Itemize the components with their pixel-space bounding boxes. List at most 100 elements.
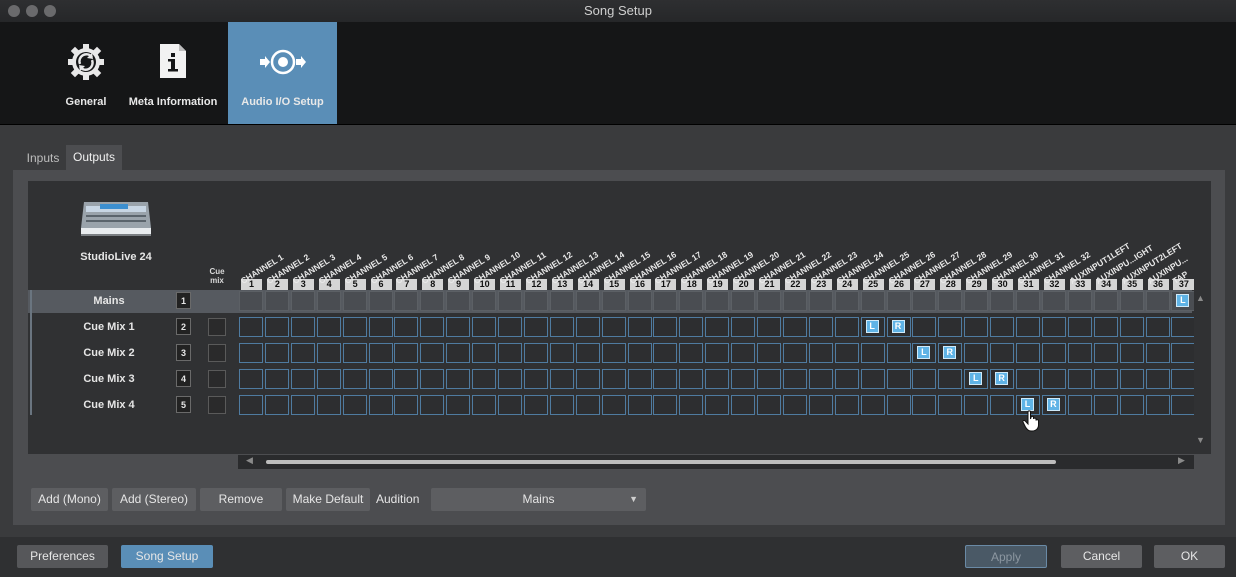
routing-cell[interactable] bbox=[601, 369, 626, 389]
routing-cell[interactable] bbox=[316, 369, 341, 389]
toolbar-meta-information[interactable]: Meta Information bbox=[120, 22, 226, 124]
routing-cell[interactable] bbox=[472, 369, 497, 389]
routing-cell[interactable] bbox=[1016, 317, 1040, 337]
routing-cell[interactable] bbox=[290, 291, 315, 311]
routing-cell[interactable] bbox=[679, 317, 704, 337]
routing-cell[interactable] bbox=[290, 395, 315, 415]
routing-cell[interactable] bbox=[1016, 343, 1040, 363]
cue-mix-checkbox[interactable] bbox=[208, 318, 226, 336]
routing-cell[interactable] bbox=[912, 369, 937, 389]
routing-cell[interactable] bbox=[446, 291, 471, 311]
routing-cell[interactable] bbox=[705, 369, 730, 389]
apply-button[interactable]: Apply bbox=[965, 545, 1047, 568]
scroll-down-icon[interactable]: ▼ bbox=[1196, 435, 1205, 445]
routing-cell[interactable] bbox=[601, 395, 626, 415]
routing-cell[interactable] bbox=[368, 317, 393, 337]
routing-cell[interactable] bbox=[498, 369, 522, 389]
channel-assign-r[interactable]: R bbox=[1046, 398, 1060, 411]
routing-cell[interactable] bbox=[990, 317, 1015, 337]
routing-cell[interactable] bbox=[964, 291, 989, 311]
routing-cell[interactable] bbox=[964, 343, 989, 363]
routing-cell[interactable] bbox=[342, 395, 367, 415]
routing-cell[interactable] bbox=[757, 291, 781, 311]
toolbar-audio-io-setup[interactable]: Audio I/O Setup bbox=[228, 22, 337, 124]
routing-cell[interactable] bbox=[705, 291, 730, 311]
routing-cell[interactable] bbox=[420, 369, 445, 389]
routing-cell[interactable] bbox=[342, 343, 367, 363]
routing-cell[interactable] bbox=[549, 291, 574, 311]
channel-assign-r[interactable]: R bbox=[943, 346, 957, 359]
routing-cell[interactable] bbox=[782, 369, 807, 389]
routing-cell[interactable] bbox=[938, 395, 963, 415]
routing-cell[interactable] bbox=[1171, 369, 1196, 389]
routing-cell[interactable] bbox=[264, 317, 289, 337]
routing-cell[interactable] bbox=[757, 395, 781, 415]
vertical-scrollbar[interactable]: ▲ ▼ bbox=[1194, 290, 1209, 453]
routing-cell[interactable] bbox=[1067, 291, 1092, 311]
routing-cell[interactable] bbox=[239, 395, 263, 415]
routing-cell[interactable] bbox=[316, 343, 341, 363]
routing-cell[interactable] bbox=[731, 291, 756, 311]
routing-cell[interactable] bbox=[1016, 291, 1040, 311]
routing-cell[interactable] bbox=[549, 317, 574, 337]
routing-cell[interactable] bbox=[757, 343, 781, 363]
routing-cell[interactable] bbox=[653, 343, 678, 363]
routing-cell[interactable] bbox=[394, 395, 419, 415]
routing-cell[interactable] bbox=[782, 395, 807, 415]
routing-cell[interactable] bbox=[394, 343, 419, 363]
routing-cell[interactable] bbox=[808, 343, 833, 363]
channel-assign-l[interactable]: L bbox=[1176, 294, 1190, 307]
routing-cell[interactable] bbox=[498, 395, 522, 415]
routing-cell[interactable] bbox=[368, 369, 393, 389]
song-setup-button[interactable]: Song Setup bbox=[121, 545, 213, 568]
routing-cell[interactable] bbox=[912, 317, 937, 337]
cue-mix-checkbox[interactable] bbox=[208, 370, 226, 388]
routing-cell[interactable] bbox=[679, 395, 704, 415]
routing-cell[interactable] bbox=[990, 395, 1015, 415]
routing-cell[interactable] bbox=[446, 343, 471, 363]
routing-cell[interactable] bbox=[498, 317, 522, 337]
routing-cell[interactable] bbox=[757, 369, 781, 389]
routing-cell[interactable] bbox=[290, 317, 315, 337]
routing-cell[interactable] bbox=[264, 369, 289, 389]
remove-button[interactable]: Remove bbox=[200, 488, 282, 511]
routing-cell[interactable] bbox=[420, 395, 445, 415]
routing-cell[interactable] bbox=[653, 369, 678, 389]
routing-cell[interactable] bbox=[549, 343, 574, 363]
zoom-window-icon[interactable] bbox=[44, 5, 56, 17]
routing-cell[interactable] bbox=[912, 291, 937, 311]
routing-cell[interactable] bbox=[1119, 317, 1144, 337]
routing-cell[interactable] bbox=[1093, 369, 1118, 389]
tab-outputs[interactable]: Outputs bbox=[66, 145, 122, 170]
routing-cell[interactable] bbox=[808, 369, 833, 389]
routing-cell[interactable] bbox=[1093, 291, 1118, 311]
routing-cell[interactable] bbox=[342, 317, 367, 337]
routing-cell[interactable] bbox=[627, 369, 652, 389]
routing-cell[interactable] bbox=[886, 395, 911, 415]
routing-cell[interactable] bbox=[834, 317, 859, 337]
routing-cell[interactable] bbox=[886, 369, 911, 389]
routing-cell[interactable] bbox=[834, 343, 859, 363]
routing-cell[interactable] bbox=[627, 317, 652, 337]
routing-cell[interactable] bbox=[1067, 343, 1092, 363]
routing-cell[interactable] bbox=[394, 291, 419, 311]
routing-cell[interactable] bbox=[834, 369, 859, 389]
routing-cell[interactable] bbox=[498, 291, 522, 311]
routing-cell[interactable] bbox=[1171, 343, 1196, 363]
routing-cell[interactable] bbox=[627, 395, 652, 415]
routing-cell[interactable] bbox=[1093, 395, 1118, 415]
routing-cell[interactable] bbox=[938, 317, 963, 337]
routing-cell[interactable] bbox=[627, 343, 652, 363]
routing-cell[interactable] bbox=[808, 291, 833, 311]
routing-cell[interactable] bbox=[523, 369, 548, 389]
routing-cell[interactable] bbox=[938, 291, 963, 311]
preferences-button[interactable]: Preferences bbox=[17, 545, 108, 568]
routing-cell[interactable] bbox=[575, 291, 600, 311]
channel-assign-r[interactable]: R bbox=[995, 372, 1009, 385]
make-default-button[interactable]: Make Default bbox=[286, 488, 370, 511]
routing-cell[interactable] bbox=[782, 291, 807, 311]
routing-cell[interactable] bbox=[731, 343, 756, 363]
routing-cell[interactable] bbox=[368, 343, 393, 363]
routing-cell[interactable] bbox=[394, 369, 419, 389]
routing-cell[interactable] bbox=[990, 343, 1015, 363]
